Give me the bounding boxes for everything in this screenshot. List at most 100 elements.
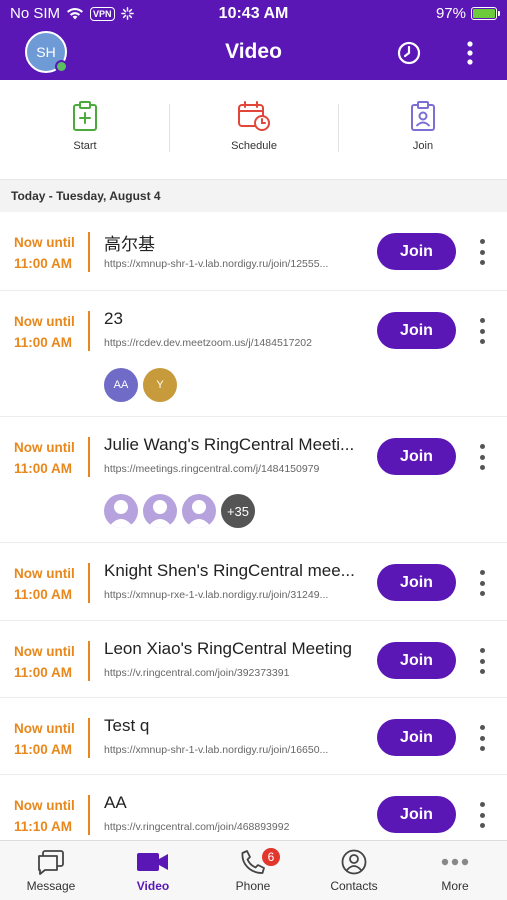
time-status: Now until: [14, 235, 75, 250]
meeting-more-icon[interactable]: [474, 723, 490, 753]
time-status: Now until: [14, 566, 75, 581]
nav-more[interactable]: More: [410, 849, 500, 893]
time-status: Now until: [14, 440, 75, 455]
history-clock-icon[interactable]: [396, 40, 422, 66]
meeting-more-icon[interactable]: [474, 316, 490, 346]
nav-message[interactable]: Message: [6, 849, 96, 893]
page-title: Video: [225, 40, 282, 63]
meeting-more-icon[interactable]: [474, 800, 490, 830]
meeting-time: Now until 11:00 AM: [14, 718, 84, 760]
participant-list: AA Y: [104, 368, 177, 402]
join-button[interactable]: Join: [377, 796, 456, 833]
default-user-icon: [104, 494, 138, 528]
default-user-icon: [182, 494, 216, 528]
more-vertical-icon[interactable]: [458, 38, 482, 68]
start-button[interactable]: Start: [35, 100, 135, 152]
meeting-title: Knight Shen's RingCentral mee...: [104, 561, 355, 580]
meeting-item[interactable]: Now until 11:10 AM AA https://v.ringcent…: [0, 775, 507, 840]
join-action-button[interactable]: Join: [373, 100, 473, 152]
time-divider: [88, 795, 90, 835]
date-header: Today - Tuesday, August 4: [0, 180, 507, 212]
participant-list: +35: [104, 494, 255, 528]
meeting-url: https://xmnup-shr-1-v.lab.nordigy.ru/joi…: [104, 744, 329, 756]
meeting-item[interactable]: Now until 11:00 AM Julie Wang's RingCent…: [0, 417, 507, 543]
meeting-time: Now until 11:00 AM: [14, 437, 84, 479]
meeting-title: Julie Wang's RingCentral Meeti...: [104, 435, 355, 454]
time-value: 11:00 AM: [14, 742, 73, 757]
schedule-icon: [238, 101, 270, 131]
meeting-list: Now until 11:00 AM 高尔基 https://xmnup-shr…: [0, 212, 507, 840]
time-divider: [88, 718, 90, 758]
meeting-url: https://xmnup-rxe-1-v.lab.nordigy.ru/joi…: [104, 589, 329, 601]
meeting-item[interactable]: Now until 11:00 AM Leon Xiao's RingCentr…: [0, 621, 507, 698]
meeting-time: Now until 11:00 AM: [14, 641, 84, 683]
meeting-url: https://rcdev.dev.meetzoom.us/j/14845172…: [104, 337, 312, 349]
nav-video[interactable]: Video: [108, 849, 198, 893]
join-button[interactable]: Join: [377, 564, 456, 601]
nav-label: Video: [136, 879, 170, 893]
meeting-item[interactable]: Now until 11:00 AM Knight Shen's RingCen…: [0, 543, 507, 621]
meeting-time: Now until 11:00 AM: [14, 232, 84, 274]
time-divider: [88, 311, 90, 351]
video-icon: [137, 853, 168, 871]
join-badge-icon: [411, 101, 435, 131]
default-user-icon: [143, 494, 177, 528]
status-time: 10:43 AM: [218, 5, 289, 22]
time-status: Now until: [14, 644, 75, 659]
join-action-label: Join: [412, 140, 434, 152]
meeting-more-icon[interactable]: [474, 442, 490, 472]
nav-label: More: [441, 879, 469, 893]
time-value: 11:00 AM: [14, 335, 73, 350]
time-value: 11:00 AM: [14, 587, 73, 602]
time-value: 11:00 AM: [14, 256, 73, 271]
time-status: Now until: [14, 798, 75, 813]
message-icon: [38, 850, 64, 875]
action-divider: [169, 104, 170, 152]
add-calendar-icon: [73, 101, 97, 131]
nav-phone[interactable]: Phone 6: [208, 846, 298, 893]
time-divider: [88, 232, 90, 272]
action-divider: [338, 104, 339, 152]
meeting-time: Now until 11:00 AM: [14, 563, 84, 605]
meeting-title: Leon Xiao's RingCentral Meeting: [104, 639, 353, 658]
meeting-time: Now until 11:10 AM: [14, 795, 84, 837]
start-label: Start: [73, 140, 97, 152]
meeting-more-icon[interactable]: [474, 568, 490, 598]
join-button[interactable]: Join: [377, 312, 456, 349]
meeting-title: AA: [104, 793, 127, 812]
time-value: 11:00 AM: [14, 665, 73, 680]
meeting-item[interactable]: Now until 11:00 AM Test q https://xmnup-…: [0, 698, 507, 775]
time-value: 11:00 AM: [14, 461, 73, 476]
join-button[interactable]: Join: [377, 719, 456, 756]
time-divider: [88, 563, 90, 603]
join-button[interactable]: Join: [377, 438, 456, 475]
meeting-more-icon[interactable]: [474, 646, 490, 676]
meeting-url: https://v.ringcentral.com/join/468893992: [104, 821, 290, 833]
status-bar: No SIM VPN 10:43 AM 97%: [0, 0, 507, 28]
unread-badge: 6: [260, 846, 282, 868]
participant-avatar: Y: [143, 368, 177, 402]
schedule-button[interactable]: Schedule: [204, 100, 304, 152]
more-participants-count: +35: [221, 494, 255, 528]
meeting-time: Now until 11:00 AM: [14, 311, 84, 353]
battery-percent: 97%: [435, 5, 466, 22]
time-status: Now until: [14, 721, 75, 736]
meeting-title: 23: [104, 309, 123, 328]
more-dots-icon: [441, 858, 469, 866]
time-value: 11:10 AM: [14, 819, 73, 834]
join-button[interactable]: Join: [377, 642, 456, 679]
meeting-item[interactable]: Now until 11:00 AM 高尔基 https://xmnup-shr…: [0, 212, 507, 291]
meeting-more-icon[interactable]: [474, 237, 490, 267]
join-button[interactable]: Join: [377, 233, 456, 270]
meeting-actions: Start Schedule Join: [0, 80, 507, 180]
meeting-title: 高尔基: [104, 235, 155, 254]
nav-contacts[interactable]: Contacts: [309, 849, 399, 893]
meeting-title: Test q: [104, 716, 150, 735]
meeting-url: https://meetings.ringcentral.com/j/14841…: [104, 463, 320, 475]
nav-label: Phone: [235, 879, 271, 893]
nav-label: Contacts: [330, 879, 378, 893]
meeting-url: https://v.ringcentral.com/join/392373391: [104, 667, 290, 679]
nav-label: Message: [26, 879, 76, 893]
bottom-nav: Message Video Phone 6 Contacts More: [0, 840, 507, 900]
meeting-item[interactable]: Now until 11:00 AM 23 https://rcdev.dev.…: [0, 291, 507, 417]
